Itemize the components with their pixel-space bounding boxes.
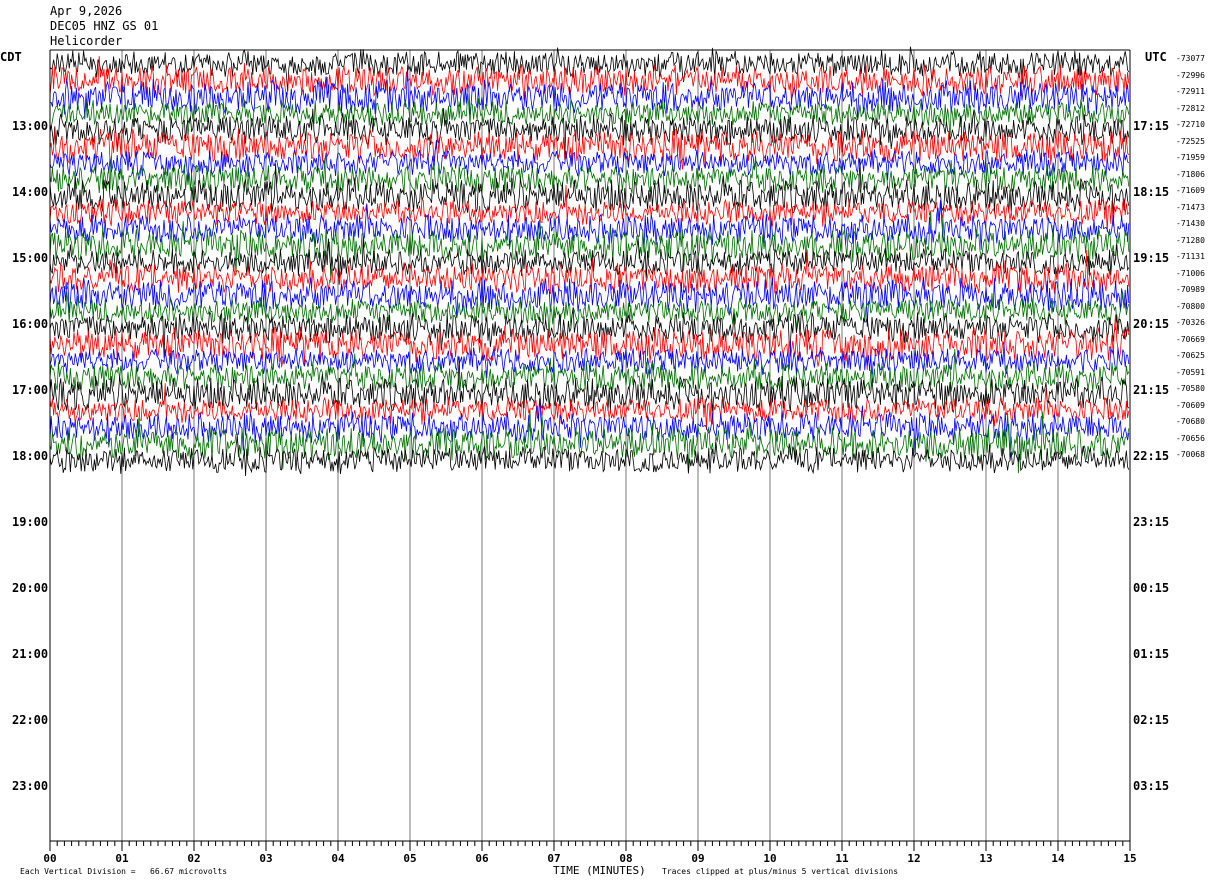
right-time-label: 19:15 (1133, 251, 1170, 265)
trace-mean-label: -72911 (1176, 87, 1205, 96)
x-tick-label: 05 (403, 852, 417, 865)
trace-mean-label: -70680 (1176, 417, 1205, 426)
right-time-label: 20:15 (1133, 317, 1170, 331)
x-tick-label: 13 (979, 852, 993, 865)
seismic-traces (49, 46, 1130, 477)
clip-note: Traces clipped at plus/minus 5 vertical … (662, 867, 899, 876)
x-tick-label: 04 (331, 852, 345, 865)
trace-row-20 (49, 348, 1130, 394)
trace-mean-label: -70609 (1176, 400, 1205, 410)
trace-mean-label: -71131 (1176, 252, 1205, 261)
x-tick-label: 09 (691, 852, 705, 865)
left-time-label: 23:00 (12, 779, 49, 793)
x-tick-label: 14 (1051, 852, 1065, 865)
right-time-label: 03:15 (1133, 779, 1170, 793)
helicorder-plot (49, 46, 1131, 851)
left-time-label: 15:00 (12, 251, 49, 265)
trace-mean-label: -71473 (1176, 202, 1205, 212)
right-time-label: 02:15 (1133, 713, 1170, 727)
left-time-label: 17:00 (12, 383, 49, 397)
trace-mean-label: -71806 (1176, 169, 1205, 179)
right-time-label: 18:15 (1133, 185, 1170, 199)
trace-row-1 (49, 46, 1130, 92)
right-time-label: 01:15 (1133, 647, 1170, 661)
left-time-label: 18:00 (12, 449, 49, 463)
x-tick-label: 00 (43, 852, 57, 865)
right-time-label: 23:15 (1133, 515, 1170, 529)
trace-mean-label: -70989 (1176, 285, 1205, 294)
x-tick-label: 02 (187, 852, 201, 865)
trace-mean-label: -72525 (1176, 136, 1205, 146)
x-axis-label: TIME (MINUTES) (553, 864, 646, 877)
trace-row-4 (49, 93, 1130, 140)
trace-mean-label: -73077 (1176, 54, 1205, 63)
trace-mean-label: -70580 (1176, 384, 1205, 393)
trace-mean-label: -70591 (1176, 367, 1205, 377)
right-time-label: 22:15 (1133, 449, 1170, 463)
trace-mean-label: -70326 (1176, 318, 1205, 327)
left-time-label: 19:00 (12, 515, 49, 529)
trace-mean-label: -70669 (1176, 334, 1205, 344)
vertical-division-note: Each Vertical Division = 66.67 microvolt… (20, 867, 228, 876)
x-tick-label: 06 (475, 852, 489, 865)
x-tick-label: 12 (907, 852, 921, 865)
left-time-label: 16:00 (12, 317, 49, 331)
right-time-label: 17:15 (1133, 119, 1170, 133)
trace-mean-label: -71280 (1176, 235, 1205, 245)
trace-mean-label: -72812 (1176, 103, 1205, 113)
trace-mean-label: -72996 (1176, 70, 1205, 80)
left-time-label: 22:00 (12, 713, 49, 727)
x-tick-label: 11 (835, 852, 849, 865)
trace-mean-label: -72710 (1176, 120, 1205, 129)
left-time-label: 14:00 (12, 185, 49, 199)
left-time-label: 21:00 (12, 647, 49, 661)
x-tick-label: 15 (1123, 852, 1137, 865)
right-time-label: 21:15 (1133, 383, 1170, 397)
x-tick-label: 10 (763, 852, 777, 865)
x-tick-label: 03 (259, 852, 273, 865)
trace-mean-label: -71006 (1176, 268, 1205, 278)
right-time-label: 00:15 (1133, 581, 1170, 595)
trace-mean-label: -70800 (1176, 301, 1205, 311)
trace-mean-label: -71430 (1176, 219, 1205, 228)
trace-mean-label: -70625 (1176, 351, 1205, 360)
left-time-label: 13:00 (12, 119, 49, 133)
trace-mean-label: -71609 (1176, 186, 1205, 195)
left-time-label: 20:00 (12, 581, 49, 595)
trace-mean-label: -70068 (1176, 450, 1205, 459)
x-tick-label: 01 (115, 852, 129, 865)
trace-mean-label: -71959 (1176, 153, 1205, 162)
trace-mean-label: -70656 (1176, 433, 1205, 443)
